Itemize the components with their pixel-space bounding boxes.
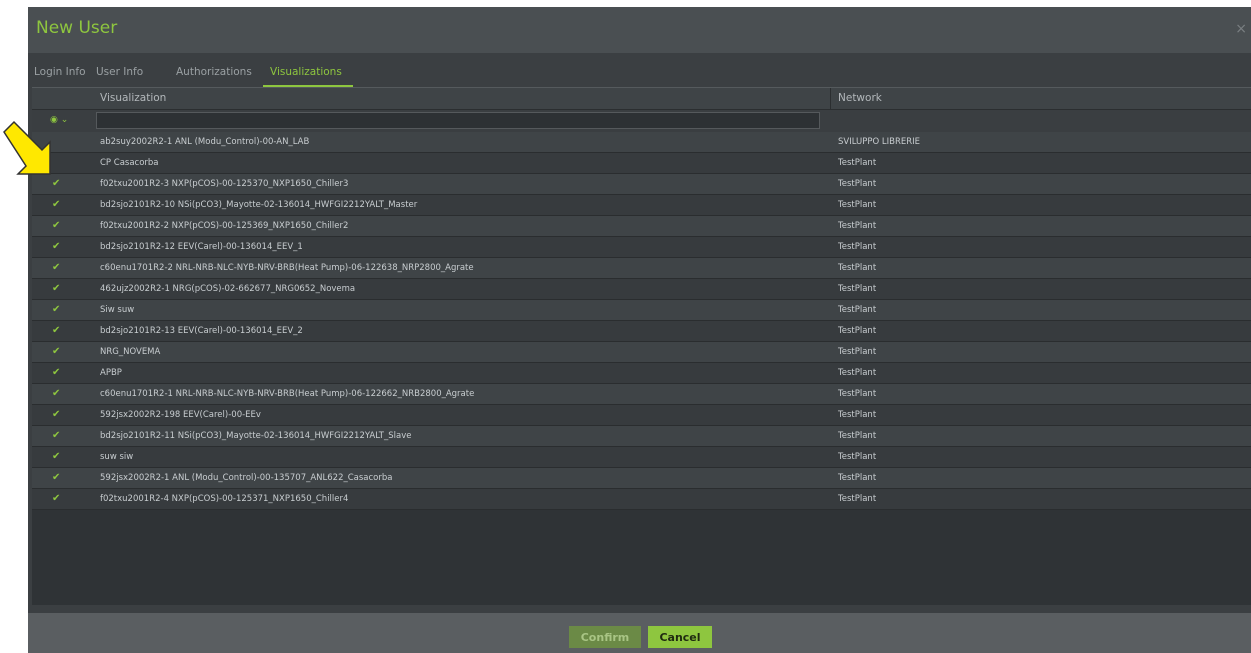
network-cell: TestPlant	[838, 242, 877, 252]
network-cell: TestPlant	[838, 305, 877, 315]
network-cell: TestPlant	[838, 389, 877, 399]
network-cell: TestPlant	[838, 347, 877, 357]
checkmark-icon[interactable]: ✔	[52, 388, 60, 399]
filter-row: ◉ ⌄	[32, 110, 1251, 132]
cancel-button[interactable]: Cancel	[648, 626, 712, 648]
table-row[interactable]: ✔ f02txu2001R2-2 NXP(pCOS)-00-125369_NXP1…	[32, 216, 1251, 237]
tab-visualizations[interactable]: Visualizations	[270, 66, 342, 78]
column-divider[interactable]	[830, 88, 831, 110]
table-row[interactable]: ✔ f02txu2001R2-4 NXP(pCOS)-00-125371_NXP1…	[32, 489, 1251, 510]
checkmark-icon[interactable]: ✔	[52, 262, 60, 273]
yellow-arrow-icon	[3, 120, 51, 175]
visualization-cell: f02txu2001R2-4 NXP(pCOS)-00-125371_NXP16…	[100, 494, 349, 504]
table-row[interactable]: ✔ bd2sjo2101R2-11 NSi(pCO3)_Mayotte-02-13…	[32, 426, 1251, 447]
network-cell: TestPlant	[838, 410, 877, 420]
network-cell: TestPlant	[838, 452, 877, 462]
new-user-dialog: New User × Login Info User Info Authoriz…	[28, 7, 1251, 653]
visualization-cell: suw siw	[100, 452, 134, 462]
checkmark-icon[interactable]: ✔	[52, 430, 60, 441]
visualization-cell: APBP	[100, 368, 122, 378]
checkmark-icon[interactable]: ✔	[52, 346, 60, 357]
table-row[interactable]: ✔ bd2sjo2101R2-12 EEV(Carel)-00-136014_EE…	[32, 237, 1251, 258]
network-cell: TestPlant	[838, 473, 877, 483]
table-row[interactable]: ✔ c60enu1701R2-2 NRL-NRB-NLC-NYB-NRV-BRB(…	[32, 258, 1251, 279]
table-row[interactable]: ✔ bd2sjo2101R2-10 NSi(pCO3)_Mayotte-02-13…	[32, 195, 1251, 216]
table-row[interactable]: ✔ bd2sjo2101R2-13 EEV(Carel)-00-136014_EE…	[32, 321, 1251, 342]
network-cell: TestPlant	[838, 221, 877, 231]
visualization-cell: NRG_NOVEMA	[100, 347, 161, 357]
checkmark-icon[interactable]: ✔	[52, 220, 60, 231]
network-cell: TestPlant	[838, 368, 877, 378]
checkmark-icon[interactable]: ✔	[52, 472, 60, 483]
dialog-footer: Confirm Cancel	[28, 613, 1251, 653]
visualization-cell: bd2sjo2101R2-12 EEV(Carel)-00-136014_EEV…	[100, 242, 303, 252]
checkmark-icon[interactable]: ✔	[52, 199, 60, 210]
network-cell: TestPlant	[838, 263, 877, 273]
column-header-visualization[interactable]: Visualization	[100, 92, 166, 104]
visualization-cell: bd2sjo2101R2-11 NSi(pCO3)_Mayotte-02-136…	[100, 431, 412, 441]
visualization-cell: 462ujz2002R2-1 NRG(pCOS)-02-662677_NRG06…	[100, 284, 356, 294]
visualization-cell: bd2sjo2101R2-10 NSi(pCO3)_Mayotte-02-136…	[100, 200, 418, 210]
network-cell: TestPlant	[838, 200, 877, 210]
checkmark-icon[interactable]: ✔	[52, 325, 60, 336]
table-row[interactable]: ab2suy2002R2-1 ANL (Modu_Control)-00-AN_…	[32, 132, 1251, 153]
network-cell: TestPlant	[838, 158, 877, 168]
visualization-cell: f02txu2001R2-3 NXP(pCOS)-00-125370_NXP16…	[100, 179, 349, 189]
confirm-button[interactable]: Confirm	[569, 626, 641, 648]
visualization-cell: bd2sjo2101R2-13 EEV(Carel)-00-136014_EEV…	[100, 326, 303, 336]
checkmark-icon[interactable]: ✔	[52, 178, 60, 189]
table-row[interactable]: ✔ NRG_NOVEMA TestPlant	[32, 342, 1251, 363]
grid-rows: ab2suy2002R2-1 ANL (Modu_Control)-00-AN_…	[32, 132, 1251, 510]
dialog-title: New User	[36, 18, 118, 38]
visualization-cell: 592jsx2002R2-198 EEV(Carel)-00-EEv	[100, 410, 261, 420]
table-row[interactable]: ✔ suw siw TestPlant	[32, 447, 1251, 468]
visualization-cell: CP Casacorba	[100, 158, 159, 168]
table-row[interactable]: ✔ APBP TestPlant	[32, 363, 1251, 384]
visualization-cell: c60enu1701R2-1 NRL-NRB-NLC-NYB-NRV-BRB(H…	[100, 389, 475, 399]
visualization-cell: c60enu1701R2-2 NRL-NRB-NLC-NYB-NRV-BRB(H…	[100, 263, 474, 273]
visualization-cell: ab2suy2002R2-1 ANL (Modu_Control)-00-AN_…	[100, 137, 310, 147]
checkmark-icon[interactable]: ✔	[52, 241, 60, 252]
checkmark-icon[interactable]: ✔	[52, 283, 60, 294]
visualization-cell: 592jsx2002R2-1 ANL (Modu_Control)-00-135…	[100, 473, 393, 483]
grid-header: Visualization Network	[32, 88, 1251, 110]
table-row[interactable]: CP Casacorba TestPlant	[32, 153, 1251, 174]
table-row[interactable]: ✔ f02txu2001R2-3 NXP(pCOS)-00-125370_NXP1…	[32, 174, 1251, 195]
checkmark-icon[interactable]: ✔	[52, 451, 60, 462]
visualization-cell: f02txu2001R2-2 NXP(pCOS)-00-125369_NXP16…	[100, 221, 349, 231]
visualization-filter-input[interactable]	[96, 112, 820, 129]
dialog-titlebar: New User ×	[28, 7, 1251, 53]
column-header-network[interactable]: Network	[838, 92, 882, 104]
network-cell: TestPlant	[838, 284, 877, 294]
network-cell: TestPlant	[838, 431, 877, 441]
checkmark-icon[interactable]: ✔	[52, 367, 60, 378]
tab-bar: Login Info User Info Authorizations Visu…	[28, 59, 1251, 87]
tab-login-info[interactable]: Login Info	[34, 66, 86, 78]
table-row[interactable]: ✔ 592jsx2002R2-198 EEV(Carel)-00-EEv TestP…	[32, 405, 1251, 426]
close-icon[interactable]: ×	[1235, 21, 1247, 37]
network-cell: TestPlant	[838, 326, 877, 336]
network-cell: TestPlant	[838, 179, 877, 189]
table-row[interactable]: ✔ Siw suw TestPlant	[32, 300, 1251, 321]
table-row[interactable]: ✔ 462ujz2002R2-1 NRG(pCOS)-02-662677_NRG0…	[32, 279, 1251, 300]
tab-user-info[interactable]: User Info	[96, 66, 143, 78]
tab-authorizations[interactable]: Authorizations	[176, 66, 252, 78]
visualization-cell: Siw suw	[100, 305, 135, 315]
network-cell: SVILUPPO LIBRERIE	[838, 137, 921, 147]
checkmark-icon[interactable]: ✔	[52, 409, 60, 420]
checkmark-icon[interactable]: ✔	[52, 493, 60, 504]
visualizations-grid: Visualization Network ◉ ⌄ ab2suy2002R2-1…	[32, 87, 1251, 605]
network-cell: TestPlant	[838, 494, 877, 504]
table-row[interactable]: ✔ c60enu1701R2-1 NRL-NRB-NLC-NYB-NRV-BRB(…	[32, 384, 1251, 405]
checkmark-icon[interactable]: ✔	[52, 304, 60, 315]
table-row[interactable]: ✔ 592jsx2002R2-1 ANL (Modu_Control)-00-13…	[32, 468, 1251, 489]
